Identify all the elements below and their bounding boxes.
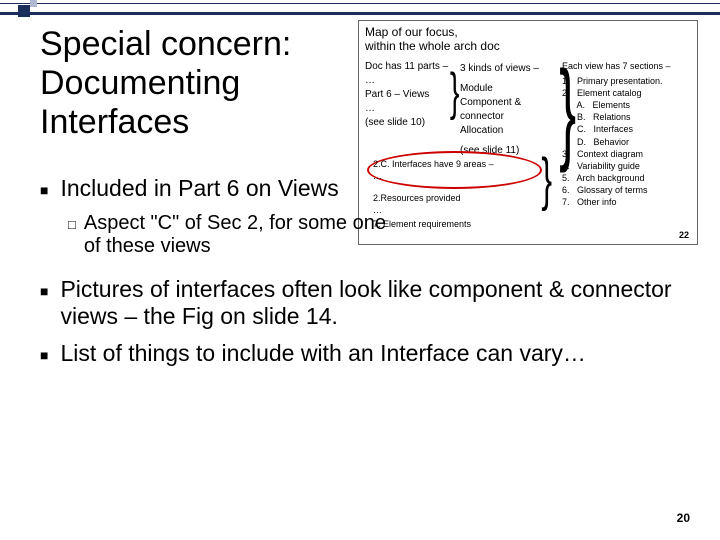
list-item: ■ Included in Part 6 on Views bbox=[40, 175, 350, 202]
bullet-square-icon: ■ bbox=[40, 347, 48, 367]
diag-text: 4. Variability guide bbox=[562, 160, 690, 172]
slide-title: Special concern: Documenting Interfaces bbox=[40, 25, 340, 142]
bullet-text: Pictures of interfaces often look like c… bbox=[60, 276, 680, 330]
diag-text: 1. Primary presentation. bbox=[562, 75, 690, 87]
diag-text: 3. Context diagram bbox=[562, 148, 690, 160]
bullet-list: ■ Included in Part 6 on Views □ Aspect "… bbox=[40, 175, 680, 377]
diag-text: Doc has 11 parts – bbox=[365, 60, 460, 74]
bullet-square-icon: ■ bbox=[40, 283, 48, 330]
diag-text: Part 6 – Views bbox=[365, 88, 460, 102]
diag-text: Each view has 7 sections – bbox=[562, 60, 690, 72]
brace-icon: } bbox=[450, 66, 460, 118]
diagram-page-number: 22 bbox=[679, 230, 689, 240]
decoration-square-gray bbox=[30, 0, 37, 7]
bullet-text: List of things to include with an Interf… bbox=[60, 340, 585, 367]
slide-decoration bbox=[0, 0, 720, 18]
bullet-text: Aspect "C" of Sec 2, for some one of the… bbox=[84, 212, 388, 258]
decoration-line-thin bbox=[0, 3, 720, 4]
diag-text: 3 kinds of views – bbox=[460, 62, 562, 76]
list-item: ■ Pictures of interfaces often look like… bbox=[40, 276, 680, 330]
diag-text: (see slide 10) bbox=[365, 116, 460, 130]
list-item: ■ List of things to include with an Inte… bbox=[40, 340, 680, 367]
page-number: 20 bbox=[677, 511, 690, 525]
bullet-hollow-square-icon: □ bbox=[68, 217, 76, 258]
diag-text: D. Behavior bbox=[562, 136, 690, 148]
diag-text: 2. Element catalog bbox=[562, 87, 690, 99]
bullet-text: Included in Part 6 on Views bbox=[60, 175, 338, 202]
diag-text: Allocation bbox=[460, 124, 562, 138]
diag-text: … bbox=[365, 102, 460, 116]
decoration-square-navy bbox=[18, 5, 30, 17]
diag-text: C. Interfaces bbox=[562, 123, 690, 135]
diag-text: B. Relations bbox=[562, 111, 690, 123]
diag-text: … bbox=[365, 74, 460, 88]
decoration-line-thick bbox=[0, 12, 720, 15]
list-item-sub: □ Aspect "C" of Sec 2, for some one of t… bbox=[68, 212, 388, 258]
diagram-title: Map of our focus, within the whole arch … bbox=[365, 25, 691, 54]
brace-icon: } bbox=[559, 55, 576, 167]
diag-text: Module bbox=[460, 82, 562, 96]
diag-text: Component & connector bbox=[460, 96, 562, 124]
diag-text: A. Elements bbox=[562, 99, 690, 111]
bullet-square-icon: ■ bbox=[40, 182, 48, 202]
